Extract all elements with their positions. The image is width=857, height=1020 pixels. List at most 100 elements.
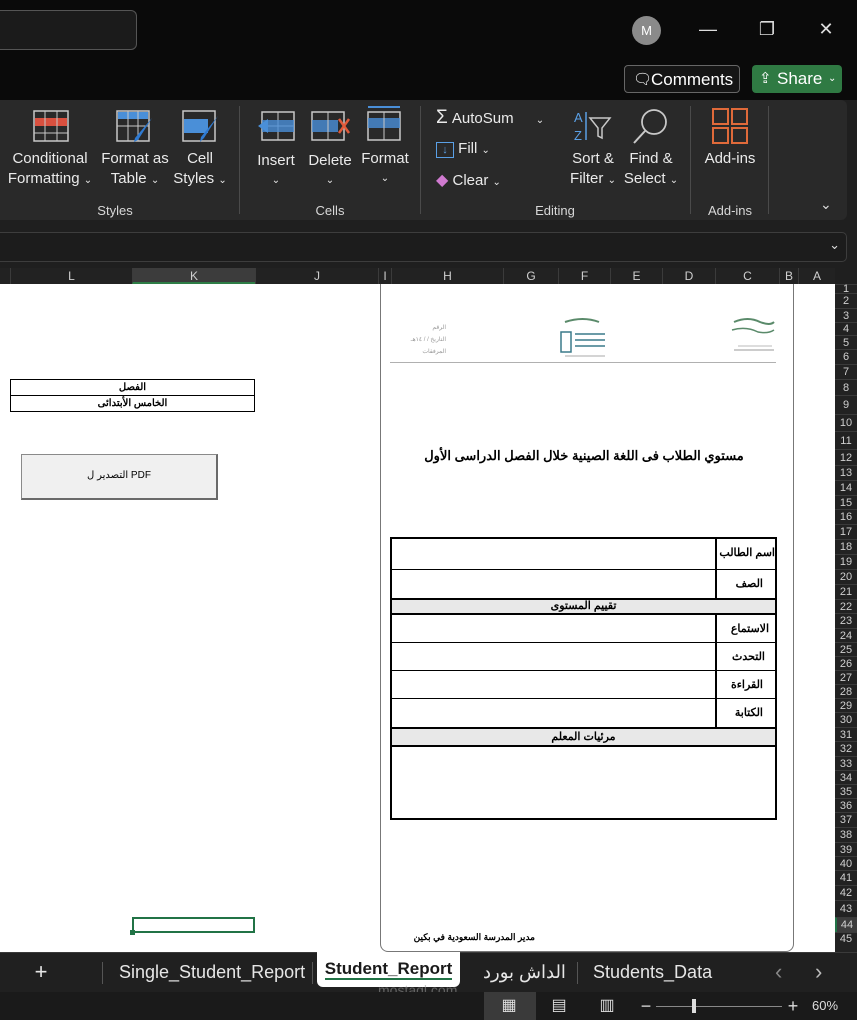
teacher-notes-header[interactable]: مرئيات المعلم <box>392 729 775 745</box>
page-layout-icon[interactable]: ▤ <box>546 994 572 1018</box>
row-header[interactable]: 5 <box>835 335 857 349</box>
class-value-cell[interactable]: الخامس الأبتدائى <box>10 395 255 412</box>
row-header[interactable]: 35 <box>835 784 857 798</box>
row-header[interactable]: 11 <box>835 431 857 449</box>
row-header[interactable]: 8 <box>835 379 857 395</box>
speaking-label[interactable]: التحدث <box>717 650 765 663</box>
row-header[interactable]: 25 <box>835 642 857 656</box>
find-select-button[interactable]: Find & Select ⌄ <box>620 149 682 191</box>
row-header[interactable]: 12 <box>835 449 857 465</box>
column-header[interactable]: E <box>610 268 662 284</box>
minimize-icon[interactable]: — <box>693 14 723 44</box>
row-header[interactable]: 37 <box>835 812 857 827</box>
row-header[interactable]: 24 <box>835 628 857 642</box>
row-header[interactable]: 15 <box>835 495 857 509</box>
ribbon-expand-chevron-icon[interactable]: ⌄ <box>820 196 832 213</box>
search-box[interactable] <box>0 10 137 50</box>
column-header[interactable]: J <box>255 268 378 284</box>
row-header[interactable]: 21 <box>835 584 857 599</box>
row-header[interactable]: 2 <box>835 293 857 308</box>
tab-scroll-left-icon[interactable]: ‹ <box>775 952 782 992</box>
row-header[interactable]: 33 <box>835 756 857 770</box>
zoom-slider-thumb[interactable] <box>692 999 696 1013</box>
row-header[interactable]: 19 <box>835 554 857 569</box>
row-header[interactable]: 3 <box>835 308 857 322</box>
format-as-table-button[interactable]: Format as Table ⌄ <box>96 149 174 191</box>
row-header[interactable]: 18 <box>835 539 857 554</box>
cell-styles-button[interactable]: Cell Styles ⌄ <box>170 149 230 191</box>
row-header[interactable]: 32 <box>835 741 857 756</box>
column-header[interactable]: G <box>503 268 558 284</box>
format-button[interactable]: Format ⌄ <box>358 149 412 189</box>
tab-students-data[interactable]: Students_Data <box>593 952 712 992</box>
row-header[interactable]: 36 <box>835 798 857 812</box>
row-header[interactable]: 4 <box>835 322 857 335</box>
page-break-preview-icon[interactable]: ▥ <box>594 994 620 1018</box>
avatar[interactable]: M <box>632 16 661 45</box>
row-header[interactable]: 40 <box>835 856 857 870</box>
fill-button[interactable]: ↓ Fill ⌄ <box>436 139 506 161</box>
column-header[interactable]: I <box>378 268 391 284</box>
row-header[interactable]: 14 <box>835 480 857 495</box>
selected-cell[interactable] <box>132 917 255 933</box>
column-header[interactable]: C <box>715 268 779 284</box>
row-header[interactable]: 26 <box>835 656 857 670</box>
export-pdf-button[interactable]: التصدير ل PDF <box>21 454 218 500</box>
row-header[interactable]: 31 <box>835 727 857 741</box>
row-header[interactable]: 27 <box>835 670 857 684</box>
row-header[interactable]: 38 <box>835 827 857 842</box>
conditional-formatting-button[interactable]: Conditional Formatting ⌄ <box>4 149 96 191</box>
comments-button[interactable]: 🗨 Comments <box>624 65 740 93</box>
row-header[interactable]: 45 <box>835 932 857 945</box>
row-header[interactable]: 16 <box>835 509 857 524</box>
row-header[interactable]: 7 <box>835 364 857 379</box>
writing-label[interactable]: الكتابة <box>717 706 763 719</box>
column-header[interactable]: L <box>10 268 132 284</box>
row-header[interactable]: 6 <box>835 349 857 364</box>
row-header[interactable]: 10 <box>835 414 857 431</box>
restore-icon[interactable]: ❐ <box>752 14 782 44</box>
class-header-cell[interactable]: الفصل <box>10 379 255 396</box>
row-header[interactable]: 22 <box>835 599 857 613</box>
row-header[interactable]: 44 <box>835 917 857 932</box>
zoom-slider-track[interactable] <box>656 1006 782 1007</box>
row-header[interactable]: 28 <box>835 684 857 698</box>
row-header[interactable]: 34 <box>835 770 857 784</box>
delete-button[interactable]: Delete ⌄ <box>303 151 357 191</box>
column-header[interactable]: D <box>662 268 715 284</box>
row-header[interactable]: 30 <box>835 712 857 727</box>
autosum-button[interactable]: Σ AutoSum ⌄ <box>436 108 561 131</box>
grade-label[interactable]: الصف <box>717 577 763 590</box>
row-header[interactable]: 29 <box>835 698 857 712</box>
row-header[interactable]: 9 <box>835 395 857 414</box>
listening-label[interactable]: الاستماع <box>717 622 769 635</box>
row-header[interactable]: 20 <box>835 569 857 584</box>
row-header[interactable]: 43 <box>835 900 857 917</box>
row-header[interactable]: 17 <box>835 524 857 539</box>
fill-handle[interactable] <box>130 930 135 935</box>
level-evaluation-header[interactable]: تقييم المستوى <box>392 600 775 613</box>
clear-button[interactable]: ◆ Clear ⌄ <box>436 171 516 193</box>
column-header-selected[interactable]: K <box>132 268 255 284</box>
column-header[interactable]: A <box>798 268 835 284</box>
share-button[interactable]: ⇪ Share ⌄ <box>752 65 842 93</box>
normal-view-icon[interactable]: ▦ <box>496 994 522 1018</box>
add-ins-button[interactable]: Add-ins <box>698 149 762 169</box>
column-header[interactable]: B <box>779 268 798 284</box>
insert-button[interactable]: Insert ⌄ <box>250 151 302 191</box>
close-icon[interactable]: ✕ <box>811 14 841 44</box>
row-header[interactable]: 23 <box>835 613 857 628</box>
column-header[interactable]: H <box>391 268 503 284</box>
reading-label[interactable]: القراءة <box>717 678 763 691</box>
row-header[interactable]: 1 <box>835 284 857 295</box>
student-name-label[interactable]: اسم الطالب <box>717 546 775 559</box>
zoom-level[interactable]: 60% <box>812 998 838 1013</box>
tab-single-student-report[interactable]: Single_Student_Report <box>119 952 305 992</box>
tab-dashboard[interactable]: الداش بورد <box>483 952 566 992</box>
row-header[interactable]: 41 <box>835 870 857 885</box>
row-header[interactable]: 13 <box>835 465 857 480</box>
add-sheet-button[interactable]: + <box>30 952 52 992</box>
formula-bar[interactable]: ⌄ <box>0 232 847 262</box>
row-header[interactable]: 42 <box>835 885 857 900</box>
column-header[interactable]: F <box>558 268 610 284</box>
